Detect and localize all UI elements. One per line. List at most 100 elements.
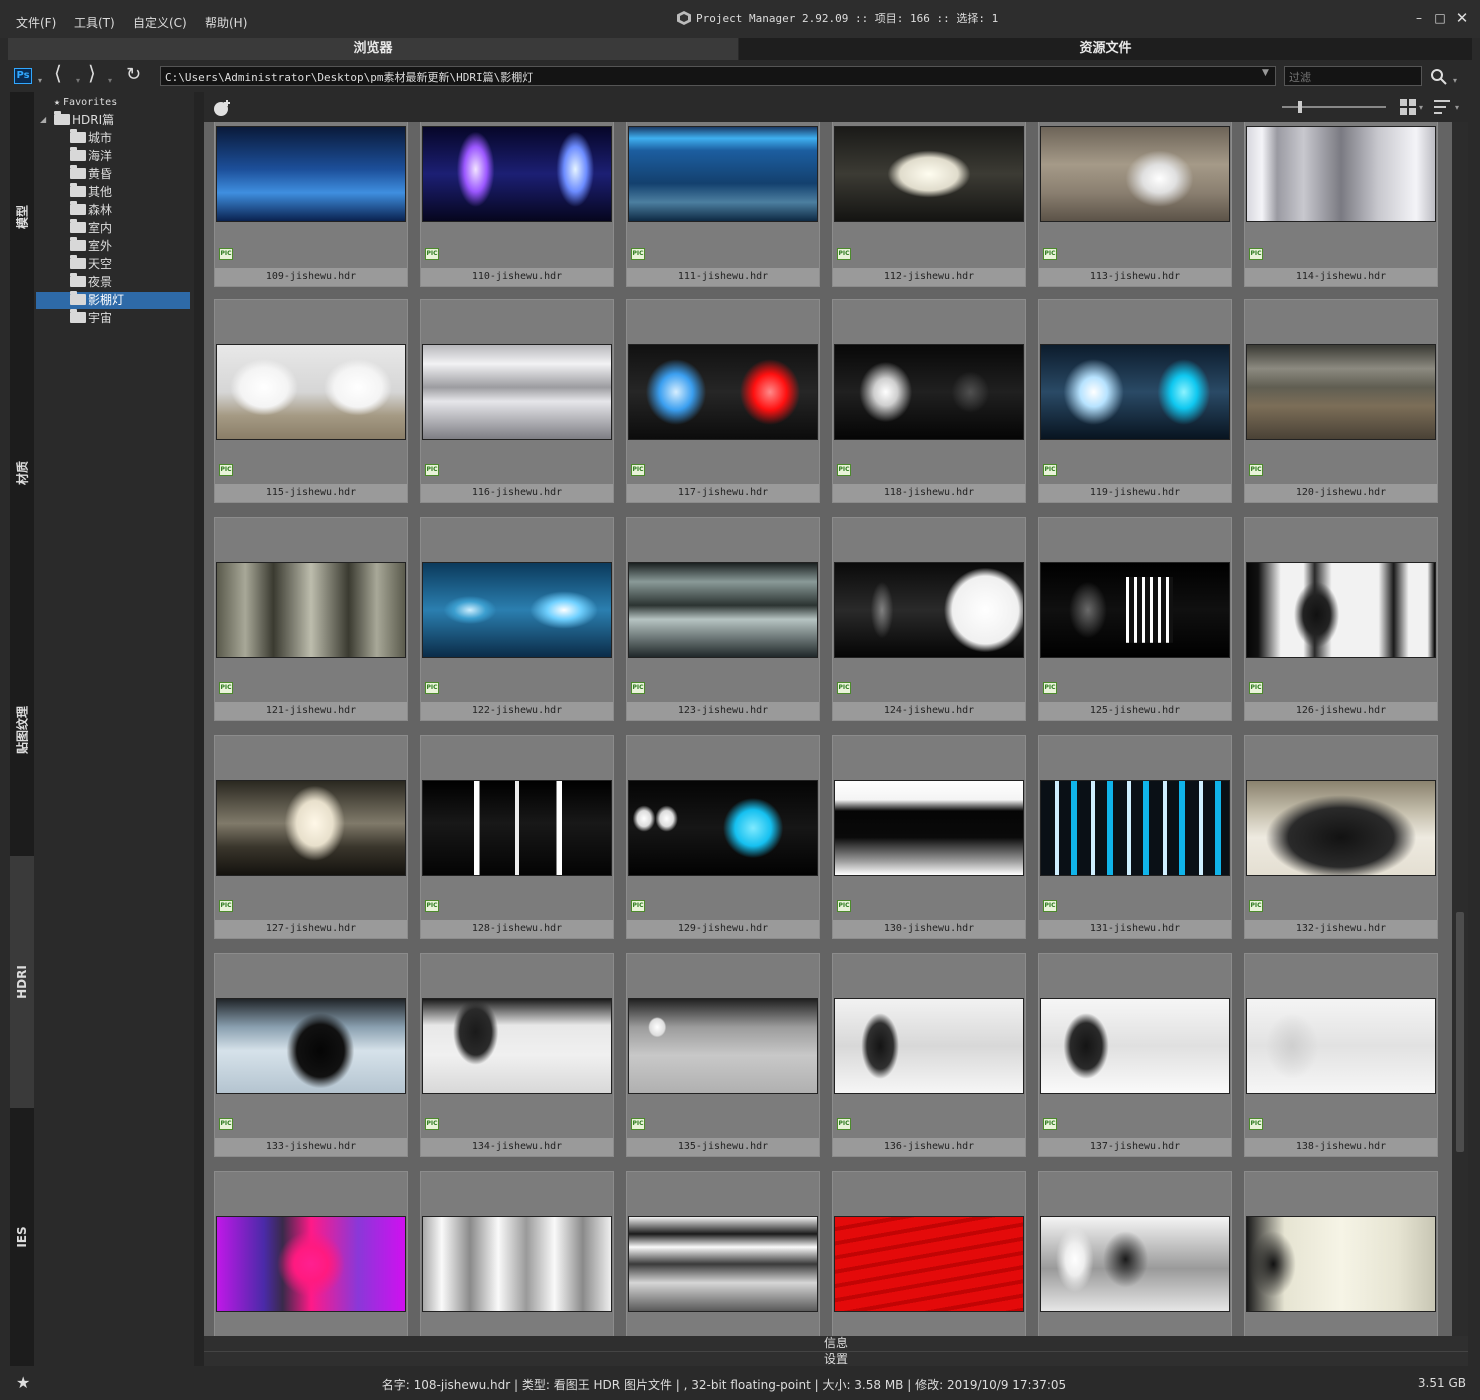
file-name: 138-jishewu.hdr xyxy=(1245,1138,1437,1156)
panel-splitter[interactable] xyxy=(194,92,204,1366)
thumbnail-card[interactable] xyxy=(1244,1171,1438,1336)
thumbnail-card[interactable]: PIC 132-jishewu.hdr xyxy=(1244,735,1438,939)
thumbnail-card[interactable]: PIC 129-jishewu.hdr xyxy=(626,735,820,939)
tree-item[interactable]: 室内 xyxy=(70,219,112,237)
thumbnail-card[interactable]: PIC 136-jishewu.hdr xyxy=(832,953,1026,1157)
menu-tools[interactable]: 工具(T) xyxy=(74,14,115,31)
scrollbar-thumb[interactable] xyxy=(1456,912,1464,1152)
vtab-models[interactable]: 模型 xyxy=(10,92,34,342)
thumbnail-card[interactable]: PIC 117-jishewu.hdr xyxy=(626,299,820,503)
zoom-slider-icon[interactable] xyxy=(1282,100,1388,114)
search-dropdown-icon[interactable]: ▾ xyxy=(1453,72,1457,90)
menu-customize[interactable]: 自定义(C) xyxy=(133,14,187,31)
tree-favorites[interactable]: ★ Favorites xyxy=(54,94,117,111)
thumbnail-card[interactable] xyxy=(420,1171,614,1336)
menu-file[interactable]: 文件(F) xyxy=(16,14,56,31)
tree-item[interactable]: 黄昏 xyxy=(70,165,113,183)
tree-item[interactable]: 夜景 xyxy=(70,273,112,291)
pic-badge-icon: PIC xyxy=(1043,248,1057,260)
thumbnail-card[interactable]: PIC 133-jishewu.hdr xyxy=(214,953,408,1157)
add-folder-icon[interactable] xyxy=(212,98,232,118)
thumbnail-card[interactable]: PIC 124-jishewu.hdr xyxy=(832,517,1026,721)
forward-arrow-icon[interactable]: ⟩ xyxy=(88,63,96,83)
search-icon[interactable] xyxy=(1430,68,1448,86)
tree-item[interactable]: 室外 xyxy=(70,237,112,255)
pic-badge-icon: PIC xyxy=(425,1118,439,1130)
thumbnail-card[interactable]: PIC 131-jishewu.hdr xyxy=(1038,735,1232,939)
tree-item[interactable]: 影棚灯 xyxy=(36,291,190,309)
thumbnail-card[interactable]: PIC 112-jishewu.hdr xyxy=(832,122,1026,287)
tree-root[interactable]: HDRI篇 xyxy=(54,111,114,129)
folder-icon xyxy=(70,219,86,233)
thumbnail-card[interactable] xyxy=(832,1171,1026,1336)
thumbnail-card[interactable]: PIC 138-jishewu.hdr xyxy=(1244,953,1438,1157)
thumbnail-card[interactable]: PIC 109-jishewu.hdr xyxy=(214,122,408,287)
maximize-icon[interactable]: □ xyxy=(1432,10,1448,26)
thumbnail-card[interactable]: PIC 125-jishewu.hdr xyxy=(1038,517,1232,721)
back-arrow-icon[interactable]: ⟨ xyxy=(54,63,62,83)
thumbnail-card[interactable]: PIC 134-jishewu.hdr xyxy=(420,953,614,1157)
tree-item[interactable]: 森林 xyxy=(70,201,113,219)
close-icon[interactable]: ✕ xyxy=(1454,10,1470,26)
thumbnail-card[interactable]: PIC 128-jishewu.hdr xyxy=(420,735,614,939)
path-input[interactable]: C:\Users\Administrator\Desktop\pm素材最新更新\… xyxy=(160,66,1276,86)
history-dropdown-icon[interactable]: ▾ xyxy=(76,72,80,90)
thumbnail-card[interactable]: PIC 127-jishewu.hdr xyxy=(214,735,408,939)
tab-assets[interactable]: 资源文件 xyxy=(739,38,1472,60)
thumbnail-card[interactable]: PIC 122-jishewu.hdr xyxy=(420,517,614,721)
vertical-scrollbar[interactable] xyxy=(1452,122,1468,1336)
tree-item[interactable]: 城市 xyxy=(70,129,112,147)
thumbnail-card[interactable]: PIC 116-jishewu.hdr xyxy=(420,299,614,503)
tree-item[interactable]: 其他 xyxy=(70,183,112,201)
filter-input[interactable]: 过滤 xyxy=(1284,66,1422,86)
hdri-thumbnail xyxy=(1040,1216,1230,1312)
tree-item-label: 宇宙 xyxy=(88,311,113,325)
thumbnail-card[interactable]: PIC 123-jishewu.hdr xyxy=(626,517,820,721)
thumbnail-card[interactable]: PIC 114-jishewu.hdr xyxy=(1244,122,1438,287)
tree-item-label: 森林 xyxy=(88,203,113,217)
thumbnail-card[interactable]: PIC 111-jishewu.hdr xyxy=(626,122,820,287)
thumbnail-card[interactable]: PIC 126-jishewu.hdr xyxy=(1244,517,1438,721)
expand-arrow-icon[interactable]: ◢ xyxy=(40,115,46,124)
thumbnail-card[interactable]: PIC 120-jishewu.hdr xyxy=(1244,299,1438,503)
settings-panel-toggle[interactable]: 设置 xyxy=(204,1351,1468,1366)
thumbnail-card[interactable] xyxy=(214,1171,408,1336)
tab-browser[interactable]: 浏览器 xyxy=(8,38,738,60)
hdri-thumbnail xyxy=(1246,998,1436,1094)
folder-icon xyxy=(70,201,86,215)
thumbnail-card[interactable]: PIC 137-jishewu.hdr xyxy=(1038,953,1232,1157)
pic-badge-icon: PIC xyxy=(219,1118,233,1130)
thumbnail-card[interactable]: PIC 118-jishewu.hdr xyxy=(832,299,1026,503)
vtab-hdri[interactable]: HDRI xyxy=(10,856,34,1108)
thumbnail-card[interactable]: PIC 119-jishewu.hdr xyxy=(1038,299,1232,503)
path-dropdown-icon[interactable]: ▼ xyxy=(1262,68,1269,78)
thumbnail-card[interactable]: PIC 121-jishewu.hdr xyxy=(214,517,408,721)
vtab-materials[interactable]: 材质 xyxy=(10,342,34,604)
file-name: 131-jishewu.hdr xyxy=(1039,920,1231,938)
thumbnail-card[interactable]: PIC 113-jishewu.hdr xyxy=(1038,122,1232,287)
minimize-icon[interactable]: – xyxy=(1411,10,1427,26)
sort-dropdown-icon[interactable]: ▾ xyxy=(1455,103,1459,112)
thumbnail-card[interactable]: PIC 130-jishewu.hdr xyxy=(832,735,1026,939)
tree-item[interactable]: 天空 xyxy=(70,255,112,273)
thumbnail-card[interactable] xyxy=(1038,1171,1232,1336)
refresh-icon[interactable]: ↻ xyxy=(126,66,141,84)
forward-dropdown-icon[interactable]: ▾ xyxy=(108,72,112,90)
thumbnail-card[interactable]: PIC 110-jishewu.hdr xyxy=(420,122,614,287)
view-dropdown-icon[interactable]: ▾ xyxy=(1419,103,1423,112)
vtab-ies[interactable]: IES xyxy=(10,1108,34,1366)
info-panel-toggle[interactable]: 信息 xyxy=(204,1336,1468,1351)
ps-icon[interactable]: Ps xyxy=(14,68,32,84)
thumbnail-card[interactable]: PIC 115-jishewu.hdr xyxy=(214,299,408,503)
tree-item-label: 黄昏 xyxy=(88,167,113,181)
tree-item[interactable]: 海洋 xyxy=(70,147,112,165)
tree-item[interactable]: 宇宙 xyxy=(70,309,113,327)
pic-badge-icon: PIC xyxy=(1043,1118,1057,1130)
thumbnail-card[interactable]: PIC 135-jishewu.hdr xyxy=(626,953,820,1157)
grid-view-icon[interactable] xyxy=(1400,99,1416,115)
ps-dropdown-icon[interactable]: ▾ xyxy=(38,72,42,90)
sort-icon[interactable] xyxy=(1434,99,1452,115)
menu-help[interactable]: 帮助(H) xyxy=(205,14,247,31)
thumbnail-card[interactable] xyxy=(626,1171,820,1336)
vtab-textures[interactable]: 贴图纹理 xyxy=(10,604,34,856)
